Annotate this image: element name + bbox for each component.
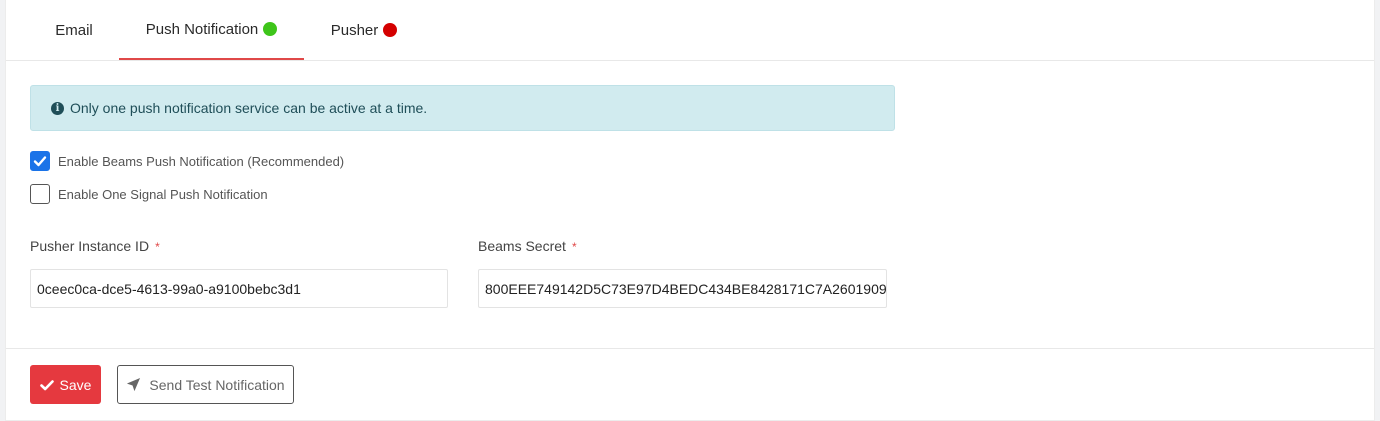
paper-plane-icon — [127, 377, 141, 392]
instance-id-label: Pusher Instance ID * — [30, 238, 160, 254]
required-mark: * — [155, 240, 160, 254]
tab-pusher[interactable]: Pusher — [324, 0, 404, 60]
one-signal-checkbox[interactable] — [30, 184, 50, 204]
save-button[interactable]: Save — [30, 365, 101, 404]
tab-email[interactable]: Email — [50, 0, 98, 60]
send-test-button-label: Send Test Notification — [149, 376, 285, 393]
beams-secret-value: 800EEE749142D5C73E97D4BEDC434BE8428171C7… — [485, 280, 887, 297]
instance-id-label-text: Pusher Instance ID — [30, 238, 150, 254]
one-signal-option-label: Enable One Signal Push Notification — [58, 186, 268, 202]
instance-id-value: 0ceec0ca-dce5-4613-99a0-a9100bebc3d1 — [37, 280, 301, 297]
beams-option[interactable]: Enable Beams Push Notification (Recommen… — [30, 151, 344, 171]
beams-option-label: Enable Beams Push Notification (Recommen… — [58, 153, 345, 169]
save-button-label: Save — [59, 376, 92, 393]
beams-secret-label: Beams Secret * — [478, 238, 577, 254]
tab-push-notification[interactable]: Push Notification — [119, 0, 304, 60]
instance-id-input[interactable]: 0ceec0ca-dce5-4613-99a0-a9100bebc3d1 — [30, 269, 448, 308]
beams-checkbox[interactable] — [30, 151, 50, 171]
info-alert: i Only one push notification service can… — [30, 85, 895, 131]
tab-pusher-label: Pusher — [330, 21, 379, 39]
status-dot-inactive — [383, 23, 398, 37]
checkmark-icon — [33, 156, 47, 167]
status-dot-active — [263, 22, 278, 36]
tab-email-label: Email — [55, 21, 93, 39]
check-icon — [39, 379, 54, 390]
send-test-notification-button[interactable]: Send Test Notification — [117, 365, 294, 404]
info-circle-icon: i — [51, 101, 64, 115]
beams-secret-input[interactable]: 800EEE749142D5C73E97D4BEDC434BE8428171C7… — [478, 269, 887, 308]
settings-card: Email Push Notification Pusher i Only on… — [5, 0, 1375, 421]
footer-divider — [6, 348, 1374, 349]
alert-text: Only one push notification service can b… — [70, 100, 428, 116]
tab-bar: Email Push Notification Pusher — [6, 0, 1374, 61]
beams-secret-label-text: Beams Secret — [478, 238, 566, 254]
required-mark: * — [571, 240, 577, 254]
one-signal-option[interactable]: Enable One Signal Push Notification — [30, 184, 268, 204]
tab-push-notification-label: Push Notification — [145, 20, 259, 38]
